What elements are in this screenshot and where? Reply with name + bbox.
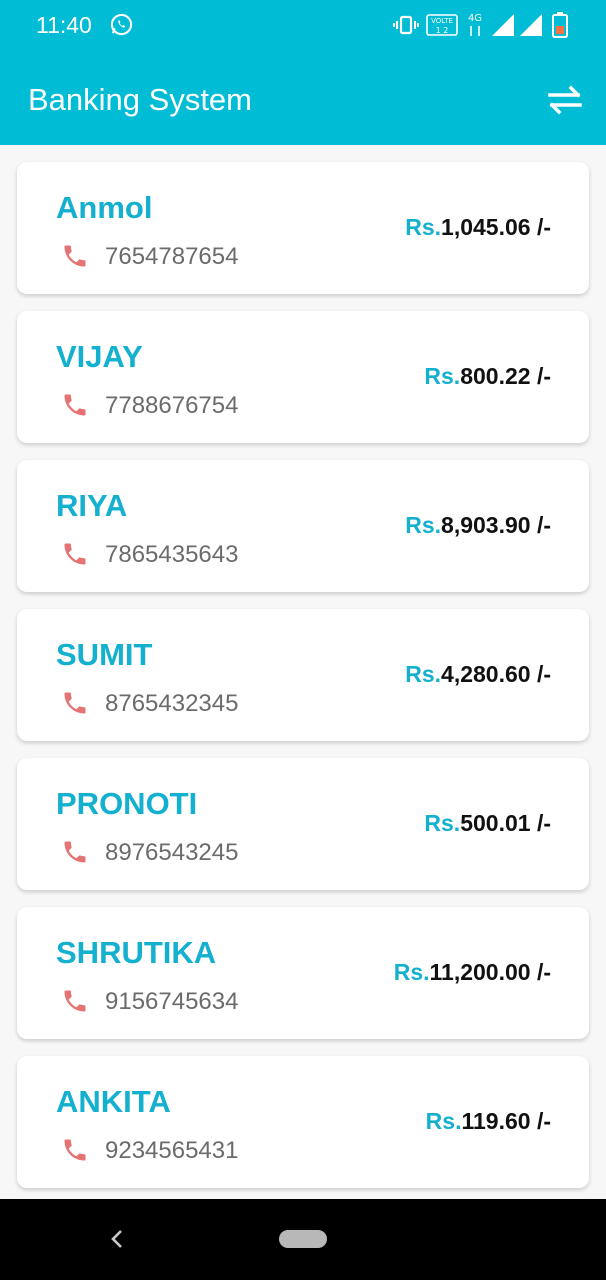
account-phone: 8976543245 [105,839,239,866]
balance-value: 800.22 /- [460,363,551,389]
network-label: 4G [468,13,482,24]
account-balance: Rs.500.01 /- [424,810,551,837]
swap-arrows-icon[interactable] [544,80,586,120]
account-card[interactable]: VIJAY 7788676754 Rs.800.22 /- [17,311,589,443]
account-phone: 7788676754 [105,392,239,419]
account-balance: Rs.800.22 /- [424,363,551,390]
account-balance: Rs.4,280.60 /- [405,661,551,688]
account-name: VIJAY [56,339,143,374]
battery-icon [552,12,568,38]
volte-label: VOLTE [431,17,453,25]
system-nav-bar [0,1199,606,1280]
account-card[interactable]: RIYA 7865435643 Rs.8,903.90 /- [17,460,589,592]
currency-label: Rs. [405,214,442,240]
currency-label: Rs. [424,810,461,836]
app-title: Banking System [28,82,252,117]
account-balance: Rs.8,903.90 /- [405,512,551,539]
currency-label: Rs. [405,512,442,538]
whatsapp-icon [110,13,133,36]
currency-label: Rs. [425,1108,462,1134]
currency-label: Rs. [393,959,430,985]
volte-icon: VOLTE 1 2 [426,14,458,36]
account-name: SUMIT [56,637,153,672]
account-card[interactable]: ANKITA 9234565431 Rs.119.60 /- [17,1056,589,1188]
account-card[interactable]: SUMIT 8765432345 Rs.4,280.60 /- [17,609,589,741]
account-name: SHRUTIKA [56,935,217,970]
app-bar: Banking System [0,50,606,145]
status-bar: 11:40 VOLTE 1 2 4G [0,0,606,50]
phone-icon [64,692,86,714]
account-phone: 9156745634 [105,988,239,1015]
phone-icon [64,394,86,416]
account-name: RIYA [56,488,128,523]
accounts-list[interactable]: Anmol 7654787654 Rs.1,045.06 /- VIJAY 77… [0,145,606,1199]
balance-value: 11,200.00 /- [429,959,552,985]
phone-icon [64,841,86,863]
svg-text:1 2: 1 2 [436,26,449,35]
signal-icon [492,14,514,36]
account-card[interactable]: PRONOTI 8976543245 Rs.500.01 /- [17,758,589,890]
account-phone: 9234565431 [105,1137,239,1164]
4g-icon: 4G [468,13,482,36]
account-phone: 8765432345 [105,690,239,717]
balance-value: 4,280.60 /- [441,661,551,687]
account-card[interactable]: SHRUTIKA 9156745634 Rs.11,200.00 /- [17,907,589,1039]
vibrate-icon [393,15,419,35]
account-phone: 7654787654 [105,243,239,270]
currency-label: Rs. [424,363,461,389]
account-balance: Rs.11,200.00 /- [394,959,551,986]
home-pill-icon[interactable] [279,1230,327,1248]
balance-value: 500.01 /- [460,810,551,836]
signal-icon [520,14,542,36]
status-time: 11:40 [36,12,92,38]
balance-value: 1,045.06 /- [441,214,551,240]
account-balance: Rs.119.60 /- [426,1108,551,1135]
phone-icon [64,245,86,267]
account-name: ANKITA [56,1084,171,1119]
back-chevron-icon[interactable] [106,1227,128,1251]
phone-icon [64,1139,86,1161]
phone-icon [64,990,86,1012]
account-phone: 7865435643 [105,541,239,568]
account-balance: Rs.1,045.06 /- [405,214,551,241]
currency-label: Rs. [405,661,442,687]
balance-value: 8,903.90 /- [441,512,551,538]
account-name: Anmol [56,190,153,225]
phone-icon [64,543,86,565]
account-name: PRONOTI [56,786,198,821]
account-card[interactable]: Anmol 7654787654 Rs.1,045.06 /- [17,162,589,294]
balance-value: 119.60 /- [461,1108,551,1134]
